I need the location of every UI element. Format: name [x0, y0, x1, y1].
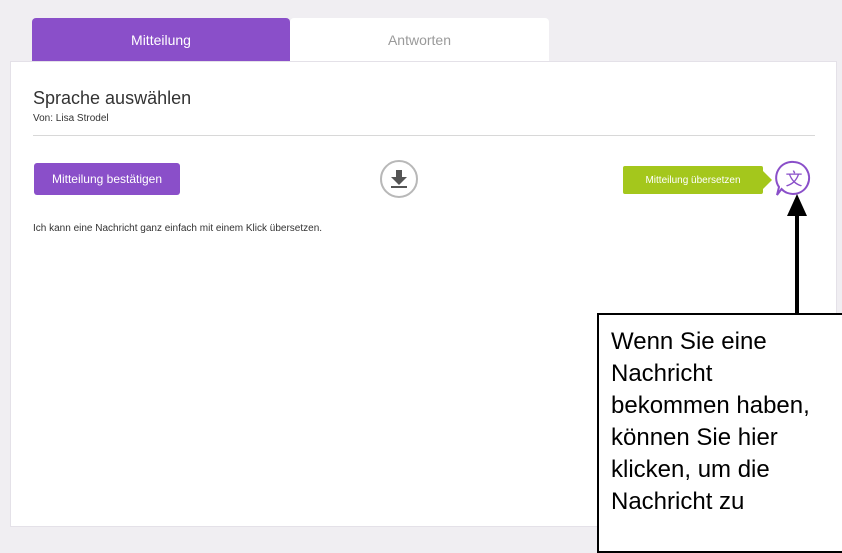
confirm-message-button[interactable]: Mitteilung bestätigen: [34, 163, 180, 195]
divider: [33, 135, 815, 136]
page-title: Sprache auswählen: [33, 88, 192, 108]
sender-label: Von: Lisa Strodel: [33, 113, 109, 124]
message-body: Ich kann eine Nachricht ganz einfach mit…: [33, 223, 323, 234]
tab-mitteilung[interactable]: Mitteilung: [32, 18, 290, 61]
tab-antworten[interactable]: Antworten: [290, 18, 549, 61]
tab-bar: Mitteilung Antworten: [32, 18, 549, 61]
annotation-callout: Wenn Sie eine Nachricht bekommen haben, …: [597, 313, 842, 553]
download-button[interactable]: [380, 160, 418, 198]
translate-tooltip: Mitteilung übersetzen: [623, 166, 772, 194]
annotation-arrow: [787, 194, 807, 317]
download-icon: [391, 170, 407, 188]
translate-glyph: 文: [786, 170, 803, 190]
